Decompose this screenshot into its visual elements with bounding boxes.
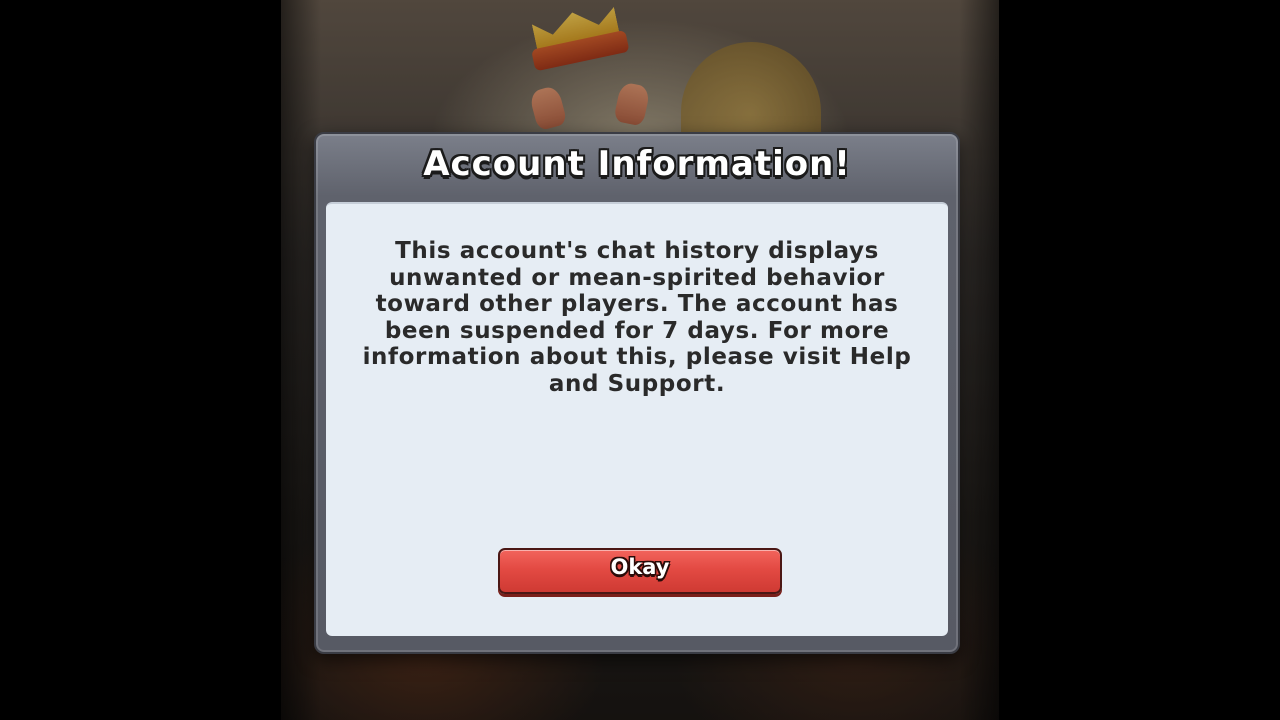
dialog-body-panel: This account's chat history displays unw… — [326, 202, 948, 636]
suspension-message: This account's chat history displays unw… — [362, 238, 912, 397]
screen: Account Information! This account's chat… — [0, 0, 1280, 720]
okay-button-label: Okay — [610, 555, 670, 579]
background-shadow-right — [959, 0, 999, 720]
account-information-dialog: Account Information! This account's chat… — [314, 132, 960, 654]
okay-button[interactable]: Okay — [498, 548, 782, 594]
dialog-title: Account Information! — [423, 144, 851, 184]
